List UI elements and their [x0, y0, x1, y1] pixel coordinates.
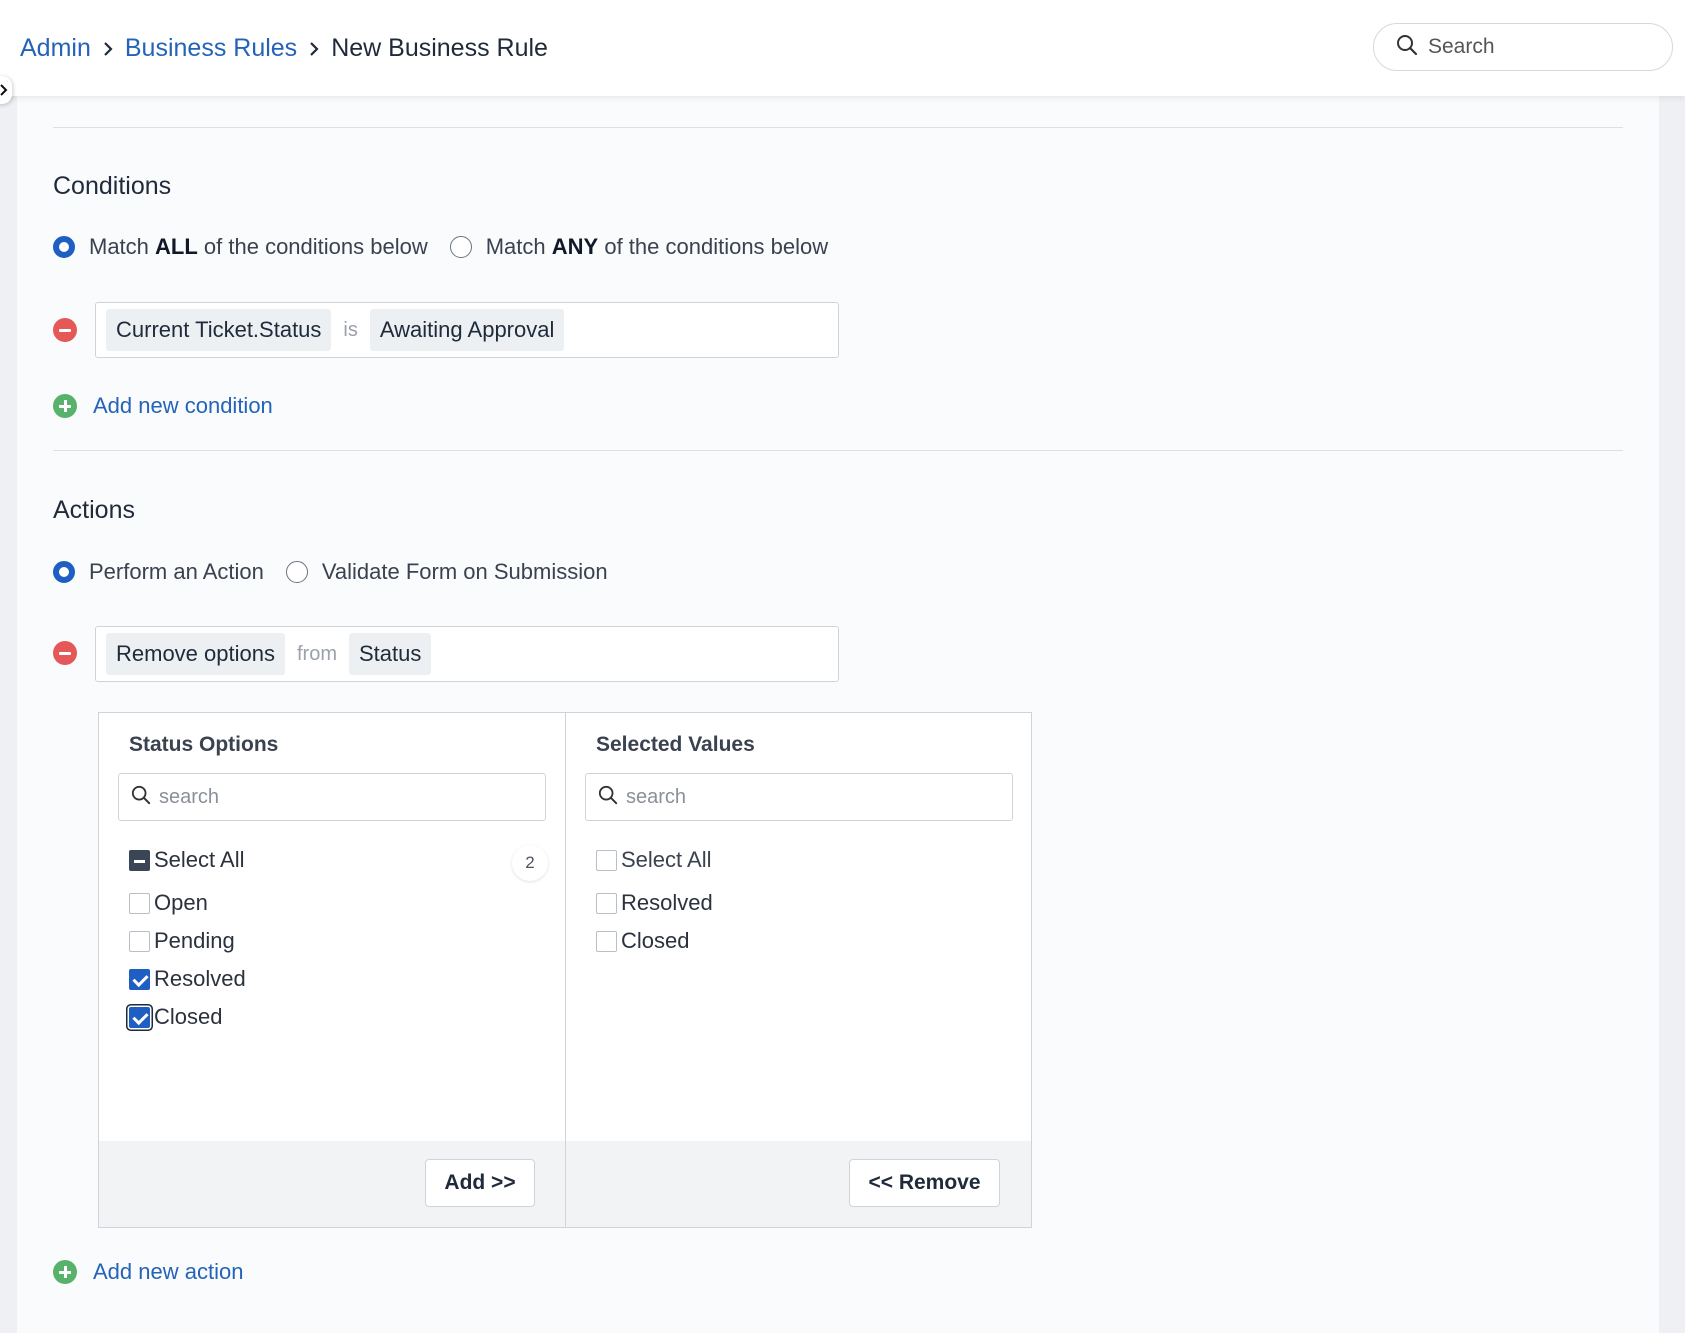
- action-type-chip[interactable]: Remove options: [106, 633, 285, 675]
- condition-rule[interactable]: Current Ticket.Status is Awaiting Approv…: [95, 302, 839, 358]
- status-options-list: Status Options Select All 2 Open Pending: [99, 713, 565, 1227]
- chevron-right-icon: [91, 41, 125, 57]
- value-label: Closed: [621, 928, 690, 953]
- sidebar-toggle[interactable]: [0, 76, 12, 104]
- add-button[interactable]: Add >>: [425, 1159, 535, 1207]
- perform-action-label[interactable]: Perform an Action: [89, 559, 264, 585]
- condition-value-chip[interactable]: Awaiting Approval: [369, 309, 565, 351]
- divider: [53, 450, 1623, 451]
- action-operator[interactable]: from: [297, 643, 337, 666]
- action-target-chip[interactable]: Status: [348, 633, 432, 675]
- plus-icon: [53, 1260, 77, 1284]
- add-condition-link[interactable]: Add new condition: [53, 393, 273, 419]
- search-icon: [598, 785, 618, 810]
- remove-condition-button[interactable]: [53, 318, 77, 342]
- list-item[interactable]: Open: [129, 890, 208, 916]
- option-checkbox[interactable]: [129, 1006, 150, 1028]
- add-condition-label[interactable]: Add new condition: [93, 393, 273, 419]
- actions-title: Actions: [53, 496, 135, 524]
- match-any-label[interactable]: Match ANY of the conditions below: [486, 234, 828, 260]
- search-icon: [1396, 34, 1418, 61]
- status-options-title: Status Options: [129, 733, 279, 756]
- remove-button[interactable]: << Remove: [849, 1159, 1000, 1207]
- select-all-row[interactable]: Select All: [129, 847, 245, 873]
- validate-form-radio[interactable]: [285, 561, 308, 583]
- option-checkbox[interactable]: [129, 892, 150, 914]
- conditions-match-group: Match ALL of the conditions below Match …: [53, 234, 850, 260]
- select-all-label: Select All: [621, 847, 712, 872]
- selected-values-footer: << Remove: [566, 1141, 1031, 1227]
- add-action-label[interactable]: Add new action: [93, 1259, 243, 1285]
- list-item[interactable]: Pending: [129, 928, 235, 954]
- chevron-right-icon: [0, 84, 8, 96]
- selected-values-title: Selected Values: [596, 733, 755, 756]
- page-title: New Business Rule: [331, 34, 548, 62]
- option-label: Open: [154, 890, 208, 915]
- status-options-search[interactable]: [118, 773, 546, 821]
- match-all-label[interactable]: Match ALL of the conditions below: [89, 234, 428, 260]
- option-label: Pending: [154, 928, 235, 953]
- perform-action-radio[interactable]: [53, 561, 75, 583]
- minus-icon: [59, 328, 71, 332]
- option-label: Closed: [154, 1004, 223, 1029]
- breadcrumb: Admin Business Rules New Business Rule: [20, 34, 548, 63]
- action-rule[interactable]: Remove options from Status: [95, 626, 839, 682]
- match-all-radio[interactable]: [53, 236, 75, 258]
- selected-values-search[interactable]: [585, 773, 1013, 821]
- dual-list-selector: Status Options Select All 2 Open Pending: [98, 712, 1032, 1228]
- option-checkbox[interactable]: [129, 930, 150, 952]
- condition-operator[interactable]: is: [343, 319, 357, 342]
- conditions-title: Conditions: [53, 172, 172, 200]
- breadcrumb-admin[interactable]: Admin: [20, 34, 91, 63]
- chevron-right-icon: [297, 41, 331, 57]
- top-header: Admin Business Rules New Business Rule: [0, 0, 1685, 96]
- option-checkbox[interactable]: [129, 968, 150, 990]
- list-item[interactable]: Closed: [596, 928, 689, 954]
- list-item[interactable]: Resolved: [129, 966, 246, 992]
- value-checkbox[interactable]: [596, 892, 617, 914]
- actions-mode-group: Perform an Action Validate Form on Submi…: [53, 559, 630, 585]
- breadcrumb-business-rules[interactable]: Business Rules: [125, 34, 297, 63]
- list-item[interactable]: Closed: [129, 1004, 222, 1030]
- match-any-radio[interactable]: [449, 236, 472, 258]
- selected-values-list: Selected Values Select All Resolved Clos…: [565, 713, 1031, 1227]
- remove-action-button[interactable]: [53, 641, 77, 665]
- select-all-checkbox[interactable]: [596, 849, 617, 871]
- divider: [53, 127, 1623, 128]
- select-all-label: Select All: [154, 847, 245, 872]
- minus-icon: [59, 651, 71, 655]
- search-input[interactable]: [1428, 35, 1648, 59]
- select-all-row[interactable]: Select All: [596, 847, 712, 873]
- plus-icon: [53, 394, 77, 418]
- search-icon: [131, 785, 151, 810]
- selected-values-search-input[interactable]: [626, 785, 996, 809]
- option-label: Resolved: [154, 966, 246, 991]
- value-label: Resolved: [621, 890, 713, 915]
- condition-field-chip[interactable]: Current Ticket.Status: [106, 309, 332, 351]
- validate-form-label[interactable]: Validate Form on Submission: [322, 559, 608, 585]
- global-search[interactable]: [1373, 23, 1673, 71]
- status-options-search-input[interactable]: [159, 785, 529, 809]
- select-all-checkbox[interactable]: [129, 849, 150, 871]
- add-action-link[interactable]: Add new action: [53, 1259, 243, 1285]
- status-options-footer: Add >>: [99, 1141, 565, 1227]
- value-checkbox[interactable]: [596, 930, 617, 952]
- selected-count-badge: 2: [512, 845, 548, 881]
- rule-editor-panel: Conditions Match ALL of the conditions b…: [17, 96, 1659, 1333]
- list-item[interactable]: Resolved: [596, 890, 713, 916]
